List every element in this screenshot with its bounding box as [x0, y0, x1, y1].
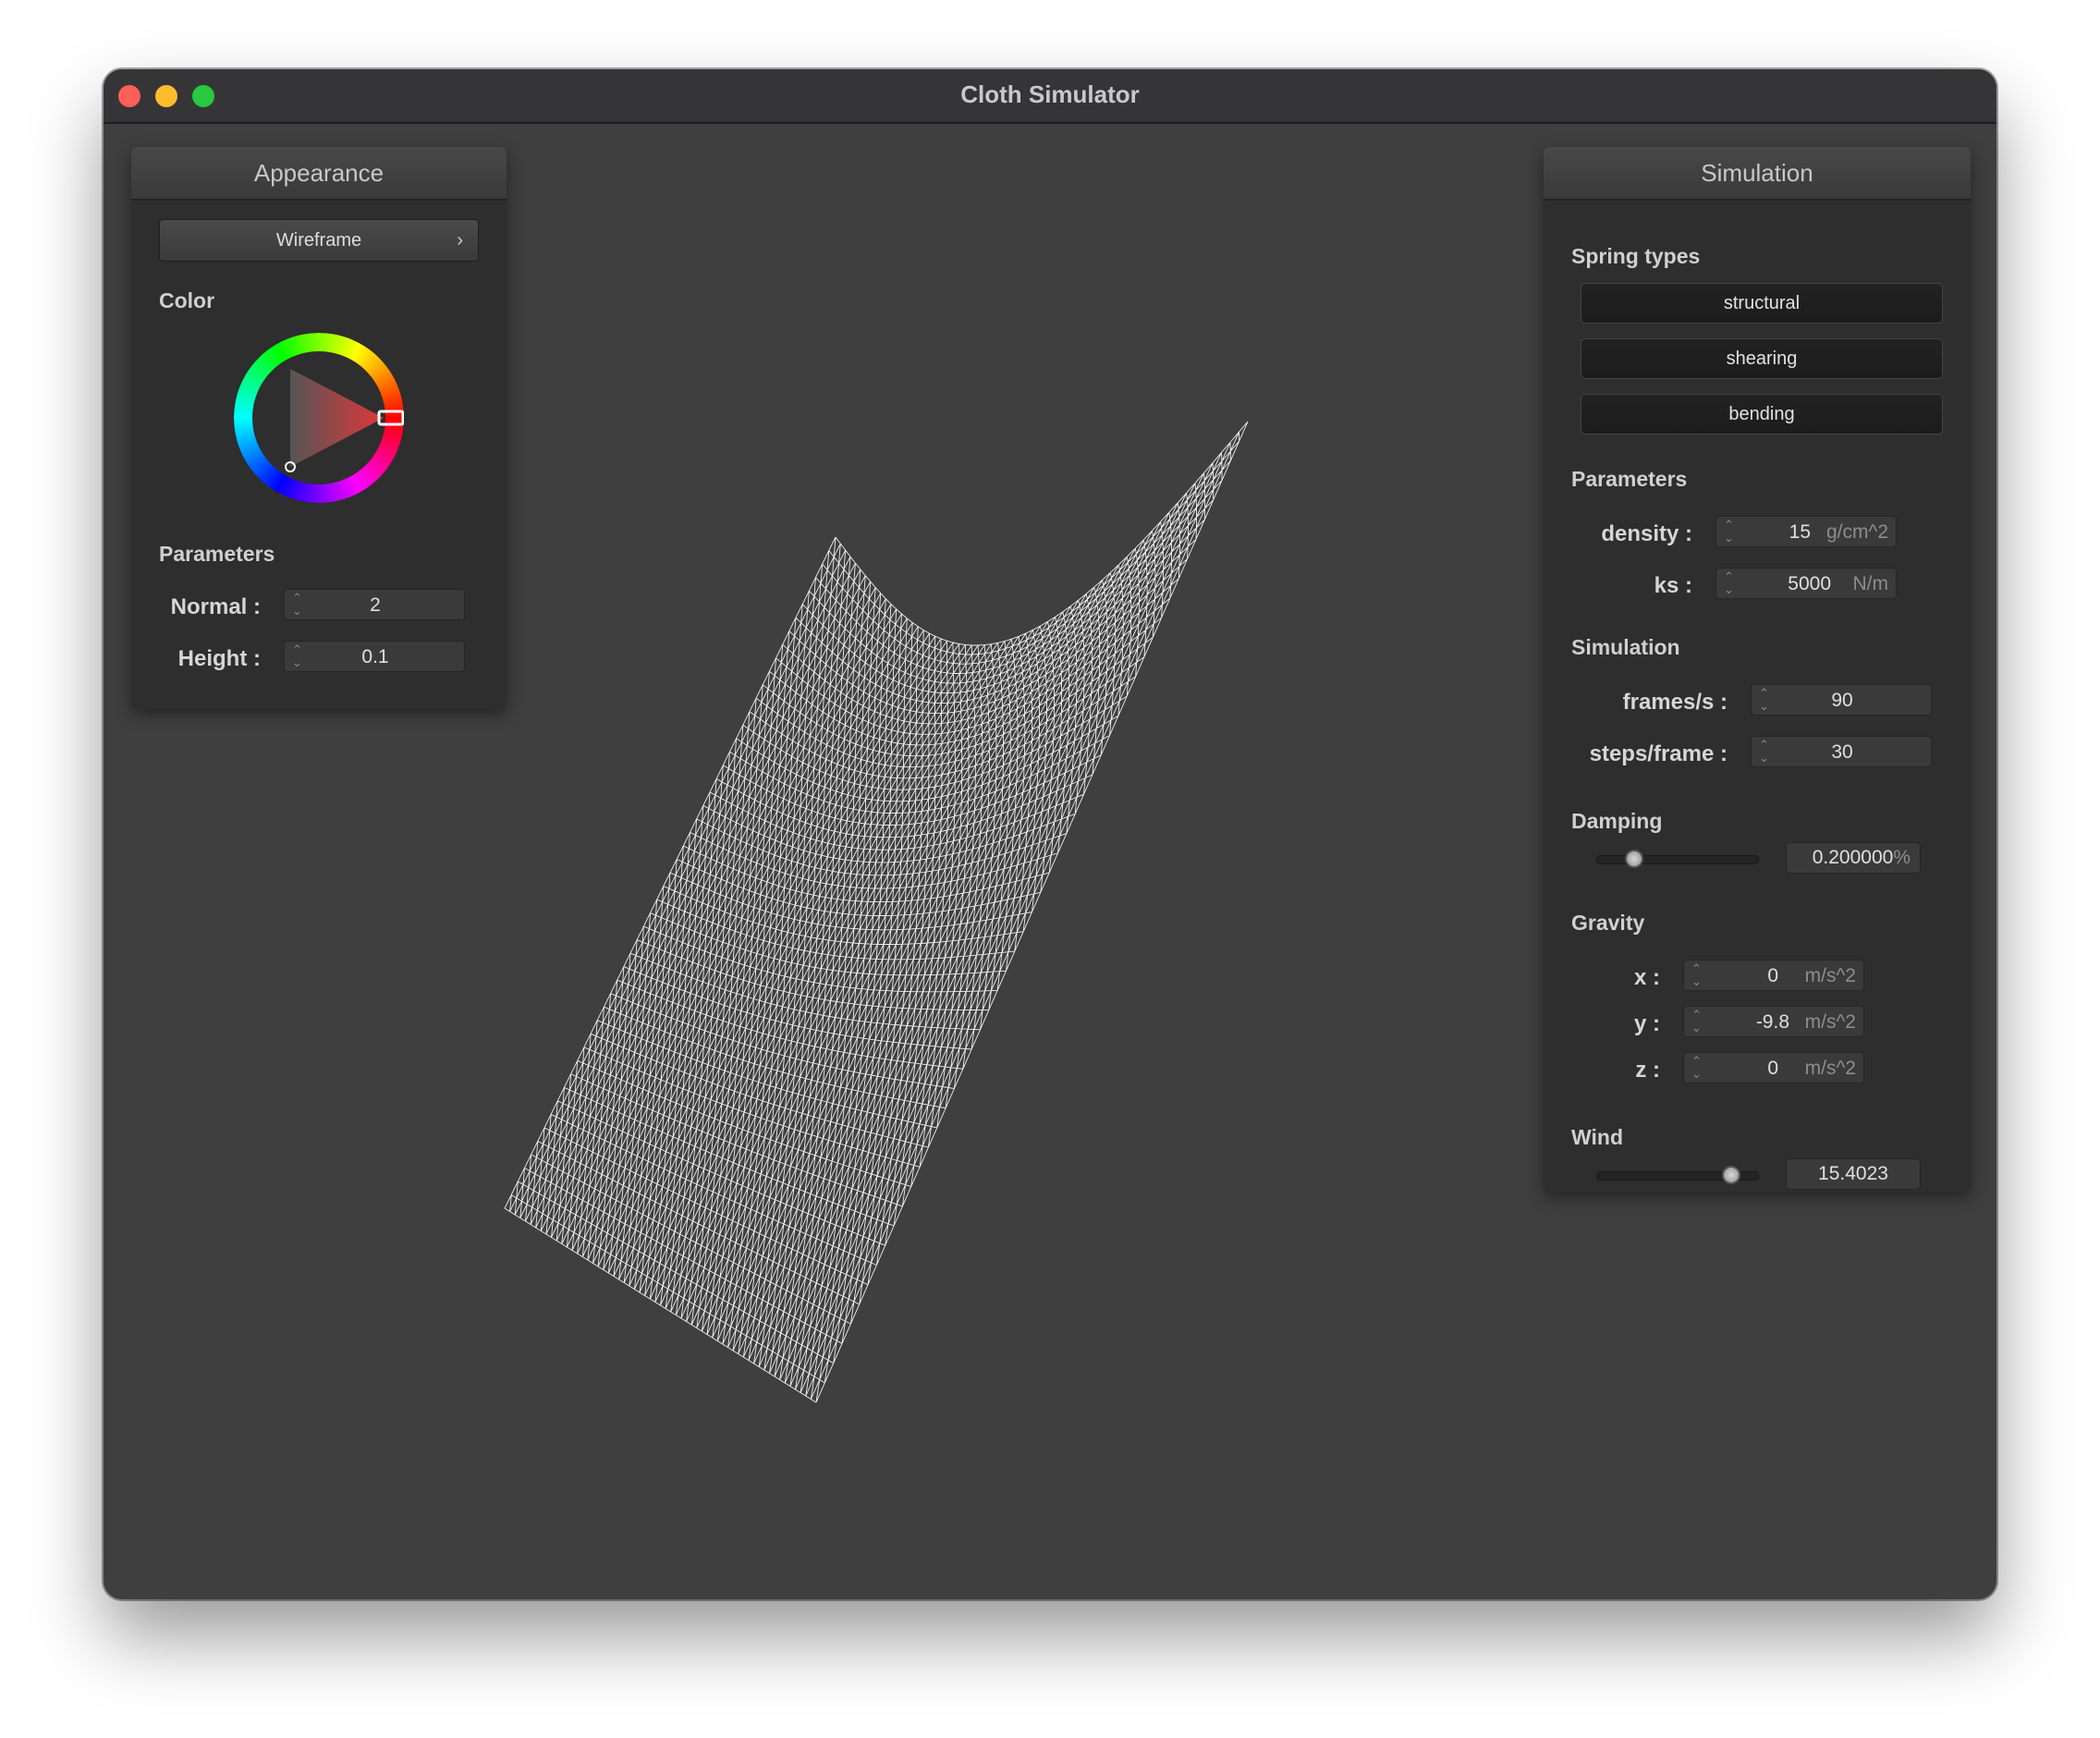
color-wheel[interactable]: [234, 333, 404, 503]
damping-slider[interactable]: [1596, 855, 1759, 864]
fps-label: frames/s :: [1622, 690, 1728, 715]
damping-value: 0.200000: [1812, 847, 1894, 868]
density-unit: g/cm^2: [1825, 521, 1888, 543]
gravity-z-unit: m/s^2: [1804, 1058, 1856, 1079]
density-value: 15: [1789, 521, 1811, 543]
gravity-y-value: -9.8: [1755, 1011, 1789, 1033]
window-title: Cloth Simulator: [960, 80, 1140, 108]
gravity-z-input[interactable]: ⌃ ⌄ 0 m/s^2: [1683, 1052, 1864, 1083]
gravity-x-unit: m/s^2: [1804, 965, 1856, 986]
gravity-y-unit: m/s^2: [1804, 1011, 1856, 1033]
wind-label: Wind: [1571, 1125, 1623, 1149]
steps-label: steps/frame :: [1589, 741, 1728, 766]
steps-value: 30: [1831, 741, 1853, 763]
simulation-panel: Simulation Spring types structural shear…: [1544, 147, 1971, 1192]
normal-input[interactable]: ⌃ ⌄ 2: [284, 589, 465, 620]
color-label: Color: [159, 288, 215, 312]
cloth-wireframe: [504, 421, 1249, 1403]
ks-input[interactable]: ⌃ ⌄ 5000 N/m: [1715, 568, 1897, 599]
appearance-panel: Appearance Wireframe › Color Parameters …: [131, 147, 507, 708]
render-viewport[interactable]: Appearance Wireframe › Color Parameters …: [104, 124, 1996, 1599]
gravity-x-label: x :: [1633, 965, 1660, 990]
wind-value: 15.4023: [1818, 1163, 1888, 1184]
ks-label: ks :: [1654, 573, 1692, 598]
wind-value-box[interactable]: 15.4023: [1786, 1158, 1921, 1190]
spinner-icon[interactable]: ⌃ ⌄: [1691, 1055, 1702, 1081]
structural-toggle[interactable]: structural: [1581, 283, 1943, 324]
app-window: Cloth Simulator Appearance Wireframe › C…: [104, 69, 1996, 1599]
damping-label: Damping: [1571, 809, 1663, 833]
simulation-section-label: Simulation: [1571, 635, 1680, 659]
sim-parameters-label: Parameters: [1571, 467, 1688, 491]
title-bar: Cloth Simulator: [104, 69, 1996, 124]
spinner-icon[interactable]: ⌃ ⌄: [1724, 570, 1734, 596]
damping-value-box[interactable]: 0.200000%: [1786, 842, 1921, 874]
gravity-z-value: 0: [1767, 1058, 1778, 1079]
density-input[interactable]: ⌃ ⌄ 15 g/cm^2: [1715, 516, 1897, 547]
normal-value: 2: [370, 594, 381, 616]
ks-unit: N/m: [1852, 573, 1889, 594]
height-label: Height :: [177, 646, 261, 671]
gravity-x-value: 0: [1767, 965, 1778, 986]
bending-toggle[interactable]: bending: [1581, 394, 1943, 434]
ks-value: 5000: [1788, 573, 1831, 594]
spring-types-label: Spring types: [1571, 244, 1701, 268]
shader-dropdown-label: Wireframe: [275, 230, 362, 251]
chevron-right-icon: ›: [457, 230, 463, 251]
spinner-icon[interactable]: ⌃ ⌄: [1691, 1009, 1702, 1034]
normal-label: Normal :: [170, 594, 261, 619]
gravity-z-label: z :: [1635, 1058, 1660, 1083]
gravity-label: Gravity: [1571, 911, 1645, 935]
wind-slider-knob[interactable]: [1721, 1166, 1740, 1184]
gravity-y-label: y :: [1633, 1011, 1660, 1036]
gravity-x-input[interactable]: ⌃ ⌄ 0 m/s^2: [1683, 960, 1864, 991]
shearing-toggle[interactable]: shearing: [1581, 338, 1943, 379]
height-value: 0.1: [361, 646, 389, 667]
spinner-icon[interactable]: ⌃ ⌄: [1724, 519, 1734, 545]
damping-slider-knob[interactable]: [1624, 850, 1643, 868]
appearance-panel-header[interactable]: Appearance: [131, 147, 507, 201]
shader-dropdown[interactable]: Wireframe ›: [159, 219, 479, 262]
fps-value: 90: [1831, 690, 1853, 711]
gravity-y-input[interactable]: ⌃ ⌄ -9.8 m/s^2: [1683, 1006, 1864, 1037]
height-input[interactable]: ⌃ ⌄ 0.1: [284, 641, 465, 672]
simulation-panel-header[interactable]: Simulation: [1544, 147, 1971, 201]
appearance-parameters-label: Parameters: [159, 542, 275, 566]
spinner-icon[interactable]: ⌃ ⌄: [1691, 962, 1702, 988]
fps-input[interactable]: ⌃ ⌄ 90: [1751, 684, 1932, 716]
density-label: density :: [1601, 521, 1692, 546]
damping-unit: %: [1893, 847, 1911, 868]
steps-input[interactable]: ⌃ ⌄ 30: [1751, 736, 1932, 767]
